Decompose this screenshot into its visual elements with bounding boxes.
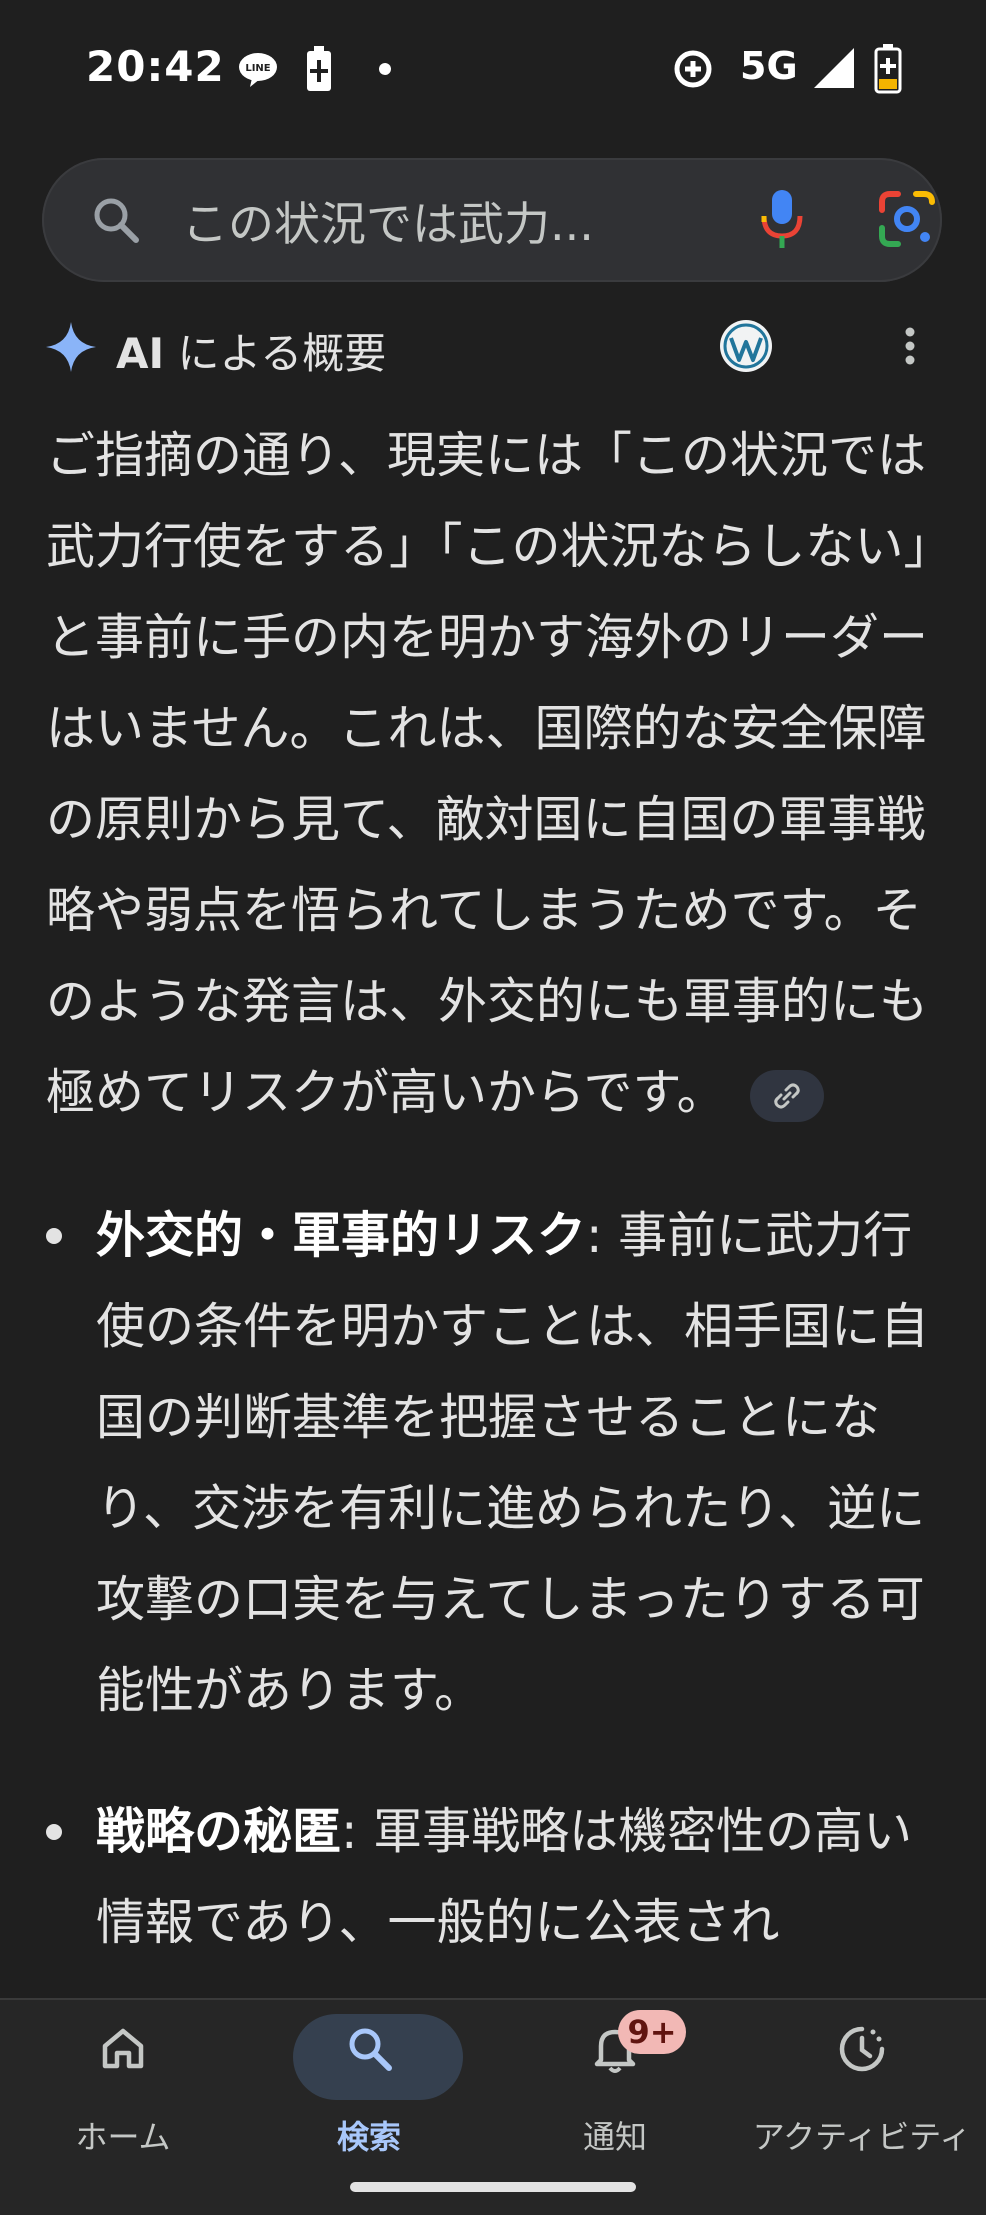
network-type: 5G bbox=[740, 44, 798, 88]
nav-item-activity[interactable]: アクティビティ bbox=[738, 2000, 986, 2170]
ai-overview-title-text: による概要 bbox=[177, 329, 387, 378]
ai-overview-header: AI による概要 bbox=[0, 300, 986, 390]
bullet-dot bbox=[46, 1824, 62, 1840]
status-time: 20:42 bbox=[86, 42, 225, 91]
search-input[interactable]: この状況では武力... bbox=[182, 188, 594, 254]
status-bar: 20:42 LINE 5G bbox=[0, 0, 986, 140]
ai-overview-title: AI による概要 bbox=[116, 320, 386, 381]
nav-label-notifications: 通知 bbox=[582, 2118, 647, 2156]
bullet-dot bbox=[46, 1228, 62, 1244]
notification-badge: 9+ bbox=[618, 2010, 686, 2054]
sparkle-icon bbox=[46, 322, 96, 372]
wordpress-icon[interactable] bbox=[718, 318, 774, 374]
signal-icon bbox=[814, 48, 854, 88]
home-indicator[interactable] bbox=[350, 2182, 636, 2192]
nav-item-home[interactable]: ホーム bbox=[0, 2000, 246, 2170]
search-bar[interactable]: この状況では武力... bbox=[42, 158, 942, 282]
link-icon bbox=[773, 1083, 800, 1108]
source-link-button[interactable] bbox=[749, 1069, 824, 1122]
line-icon: LINE bbox=[239, 53, 277, 87]
nav-label-search: 検索 bbox=[336, 2118, 401, 2156]
nav-label-activity: アクティビティ bbox=[752, 2118, 972, 2156]
ai-label: AI bbox=[116, 329, 165, 378]
home-icon bbox=[102, 2028, 144, 2069]
dot-icon bbox=[379, 63, 391, 75]
overview-intro-text: ご指摘の通り、現実には「この状況では武力行使をする」「この状況ならしない」と事前… bbox=[46, 427, 929, 1121]
battery-icon bbox=[874, 44, 902, 94]
svg-text:LINE: LINE bbox=[245, 63, 270, 74]
data-saver-icon bbox=[674, 50, 712, 88]
list-item: 外交的・軍事的リスク: 事前に武力行使の条件を明かすことは、相手国に自国の判断基… bbox=[46, 1190, 946, 1736]
overview-bullet-list: 外交的・軍事的リスク: 事前に武力行使の条件を明かすことは、相手国に自国の判断基… bbox=[46, 1190, 946, 1968]
search-icon bbox=[349, 2028, 392, 2071]
ai-overview-content: ご指摘の通り、現実には「この状況では武力行使をする」「この状況ならしない」と事前… bbox=[46, 410, 946, 2018]
nav-item-notifications[interactable]: 通知 bbox=[492, 2000, 738, 2170]
nav-label-home: ホーム bbox=[75, 2118, 171, 2156]
bullet-title: 戦略の秘匿 bbox=[96, 1803, 342, 1860]
bullet-text: : 事前に武力行使の条件を明かすことは、相手国に自国の判断基準を把握させることに… bbox=[96, 1207, 930, 1719]
overview-intro: ご指摘の通り、現実には「この状況では武力行使をする」「この状況ならしない」と事前… bbox=[46, 410, 946, 1138]
bullet-title: 外交的・軍事的リスク bbox=[96, 1207, 587, 1264]
google-lens-icon[interactable] bbox=[878, 190, 936, 248]
more-options-icon[interactable] bbox=[902, 326, 918, 366]
mic-icon[interactable] bbox=[760, 188, 804, 252]
activity-icon bbox=[839, 2026, 885, 2072]
list-item: 戦略の秘匿: 軍事戦略は機密性の高い情報であり、一般的に公表され bbox=[46, 1786, 946, 1968]
nav-item-search[interactable]: 検索 bbox=[246, 2000, 492, 2170]
battery-saver-icon bbox=[307, 46, 331, 91]
search-icon bbox=[94, 198, 139, 243]
